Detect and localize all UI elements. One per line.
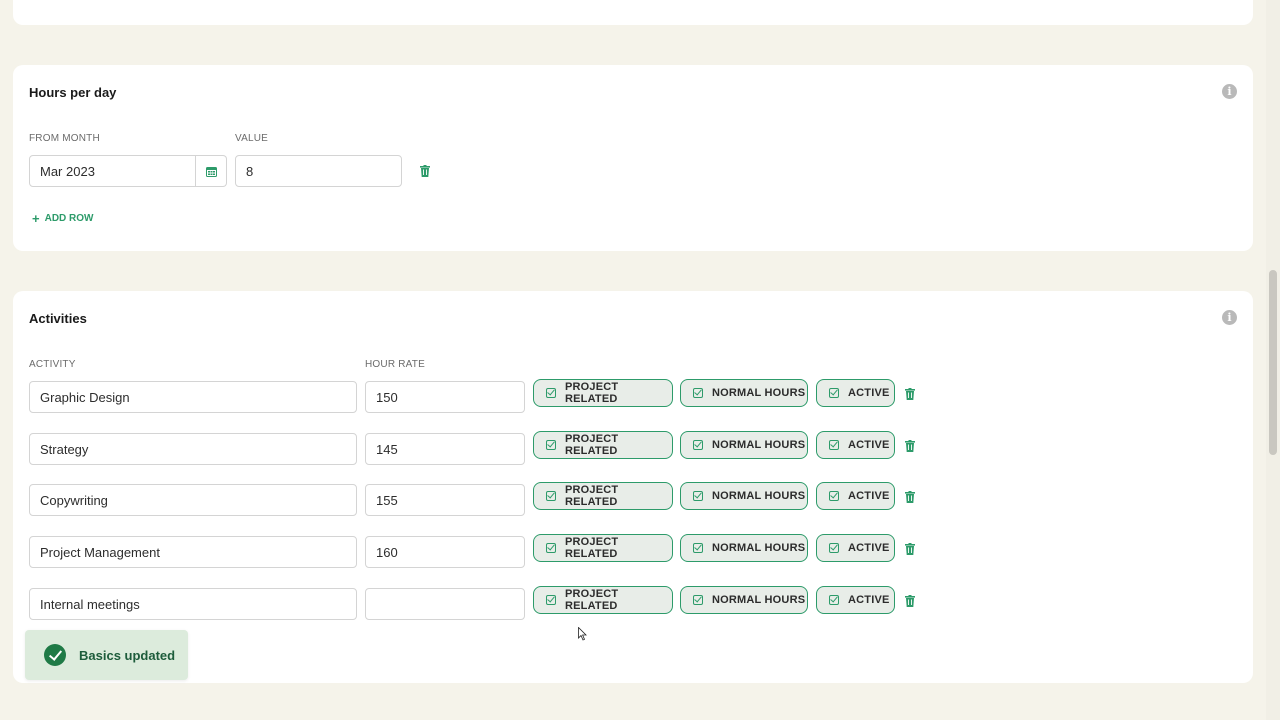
project-related-toggle[interactable]: PROJECT RELATED (533, 482, 673, 510)
checkbox-checked-icon (693, 388, 703, 398)
toggle-label: NORMAL HOURS (712, 439, 806, 451)
scrollbar-thumb[interactable] (1269, 270, 1277, 455)
checkbox-checked-icon (829, 543, 839, 553)
value-label: VALUE (235, 133, 269, 144)
checkbox-checked-icon (829, 491, 839, 501)
check-circle-icon (44, 644, 66, 666)
activity-input[interactable]: Copywriting (29, 484, 357, 516)
checkbox-checked-icon (693, 595, 703, 605)
hour-rate-input[interactable]: 150 (365, 381, 525, 413)
toggle-label: PROJECT RELATED (565, 484, 619, 508)
hours-per-day-card: Hours per day i FROM MONTH VALUE Mar 202… (13, 65, 1253, 251)
toggle-label: PROJECT RELATED (565, 433, 619, 457)
add-row-button[interactable]: + ADD ROW (32, 210, 94, 226)
mouse-cursor-icon (578, 627, 587, 641)
toggle-label: NORMAL HOURS (712, 387, 806, 399)
activity-input[interactable]: Strategy (29, 433, 357, 465)
calendar-button[interactable] (196, 155, 227, 187)
scrollbar[interactable] (1266, 0, 1280, 720)
toast-notification: Basics updated (25, 630, 188, 680)
value-input[interactable]: 8 (235, 155, 402, 187)
normal-hours-toggle[interactable]: NORMAL HOURS (680, 482, 808, 510)
normal-hours-toggle[interactable]: NORMAL HOURS (680, 586, 808, 614)
previous-section-card (13, 0, 1253, 25)
checkbox-checked-icon (546, 543, 556, 553)
trash-icon[interactable] (905, 491, 915, 503)
hour-rate-input[interactable] (365, 588, 525, 620)
checkbox-checked-icon (829, 440, 839, 450)
add-row-label: ADD ROW (44, 213, 94, 224)
hours-per-day-title: Hours per day (29, 85, 117, 100)
normal-hours-toggle[interactable]: NORMAL HOURS (680, 534, 808, 562)
active-toggle[interactable]: ACTIVE (816, 431, 895, 459)
toggle-label: PROJECT RELATED (565, 536, 619, 560)
checkbox-checked-icon (546, 595, 556, 605)
from-month-label: FROM MONTH (29, 133, 100, 144)
toggle-label: NORMAL HOURS (712, 594, 806, 606)
plus-icon: + (32, 210, 40, 226)
trash-icon[interactable] (420, 165, 430, 177)
activity-input[interactable]: Internal meetings (29, 588, 357, 620)
toggle-label: ACTIVE (848, 387, 890, 399)
normal-hours-toggle[interactable]: NORMAL HOURS (680, 379, 808, 407)
project-related-toggle[interactable]: PROJECT RELATED (533, 379, 673, 407)
toggle-label: ACTIVE (848, 542, 890, 554)
checkbox-checked-icon (829, 595, 839, 605)
active-toggle[interactable]: ACTIVE (816, 379, 895, 407)
toggle-label: ACTIVE (848, 594, 890, 606)
active-toggle[interactable]: ACTIVE (816, 586, 895, 614)
checkbox-checked-icon (693, 543, 703, 553)
from-month-input[interactable]: Mar 2023 (29, 155, 196, 187)
project-related-toggle[interactable]: PROJECT RELATED (533, 431, 673, 459)
checkbox-checked-icon (829, 388, 839, 398)
toggle-label: PROJECT RELATED (565, 588, 619, 612)
checkbox-checked-icon (546, 440, 556, 450)
activities-card: Activities i ACTIVITY HOUR RATE Graphic … (13, 291, 1253, 683)
checkbox-checked-icon (546, 491, 556, 501)
active-toggle[interactable]: ACTIVE (816, 534, 895, 562)
trash-icon[interactable] (905, 440, 915, 452)
info-icon[interactable]: i (1222, 310, 1237, 325)
toast-message: Basics updated (79, 647, 176, 663)
trash-icon[interactable] (905, 595, 915, 607)
checkbox-checked-icon (546, 388, 556, 398)
toggle-label: ACTIVE (848, 439, 890, 451)
activity-label: ACTIVITY (29, 359, 76, 370)
trash-icon[interactable] (905, 543, 915, 555)
activities-title: Activities (29, 311, 87, 326)
toggle-label: PROJECT RELATED (565, 381, 619, 405)
hour-rate-input[interactable]: 155 (365, 484, 525, 516)
trash-icon[interactable] (905, 388, 915, 400)
checkbox-checked-icon (693, 440, 703, 450)
calendar-icon (205, 166, 217, 177)
active-toggle[interactable]: ACTIVE (816, 482, 895, 510)
project-related-toggle[interactable]: PROJECT RELATED (533, 586, 673, 614)
activity-input[interactable]: Graphic Design (29, 381, 357, 413)
hour-rate-label: HOUR RATE (365, 359, 425, 370)
activity-input[interactable]: Project Management (29, 536, 357, 568)
hour-rate-input[interactable]: 160 (365, 536, 525, 568)
info-icon[interactable]: i (1222, 84, 1237, 99)
toggle-label: ACTIVE (848, 490, 890, 502)
toggle-label: NORMAL HOURS (712, 542, 806, 554)
toggle-label: NORMAL HOURS (712, 490, 806, 502)
project-related-toggle[interactable]: PROJECT RELATED (533, 534, 673, 562)
hour-rate-input[interactable]: 145 (365, 433, 525, 465)
checkbox-checked-icon (693, 491, 703, 501)
normal-hours-toggle[interactable]: NORMAL HOURS (680, 431, 808, 459)
